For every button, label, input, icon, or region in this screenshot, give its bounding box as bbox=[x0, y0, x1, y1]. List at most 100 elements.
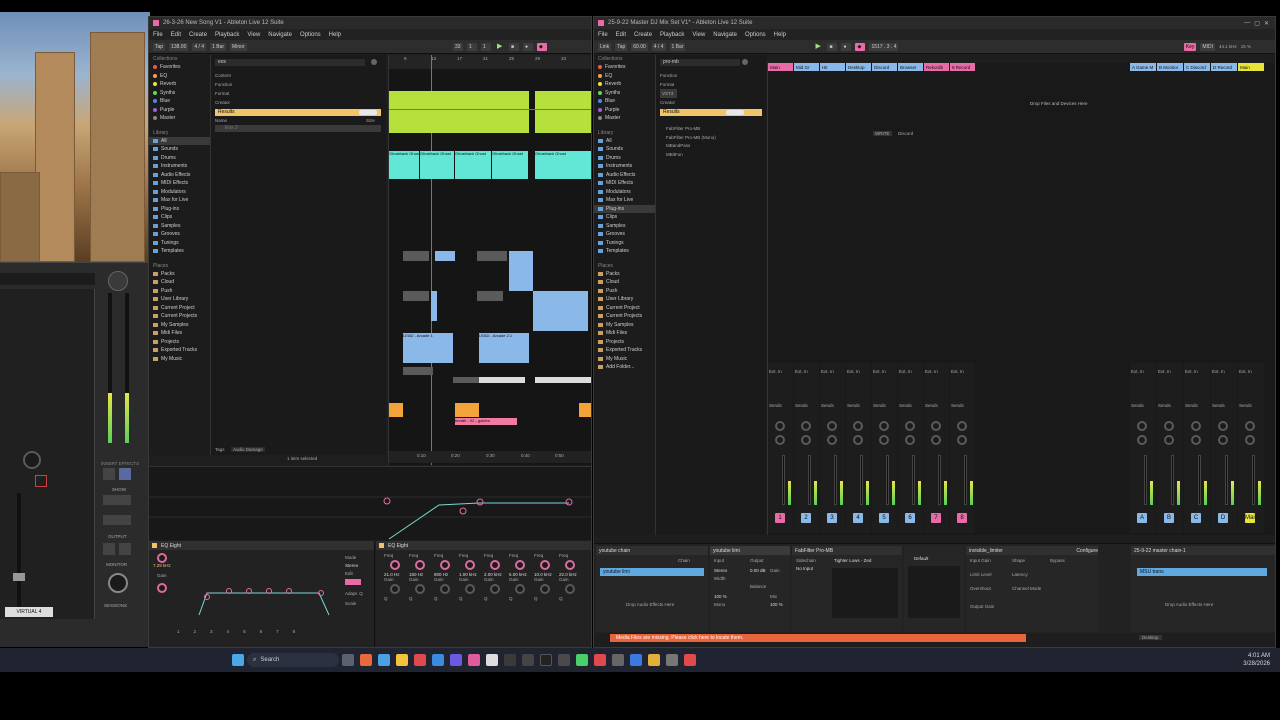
menu-options[interactable]: Options bbox=[745, 32, 766, 38]
eq-band-number[interactable]: 6 bbox=[260, 629, 263, 643]
volume-fader[interactable] bbox=[834, 455, 837, 505]
sidechain-input[interactable]: No Input bbox=[796, 566, 813, 571]
places-item[interactable]: My Samples bbox=[149, 321, 210, 330]
audio-clip[interactable]: Ghosthack Ghost bbox=[455, 151, 491, 179]
search-icon[interactable] bbox=[742, 59, 748, 65]
close-icon[interactable]: ✕ bbox=[1264, 20, 1275, 27]
eq-edit-toggle[interactable] bbox=[345, 579, 361, 585]
track-activator-button[interactable]: 8 bbox=[957, 513, 967, 523]
volume-fader[interactable] bbox=[964, 455, 967, 505]
volume-fader[interactable] bbox=[860, 455, 863, 505]
audio-clip[interactable]: Ghosthack Ghost bbox=[389, 151, 419, 179]
places-item[interactable]: Midi Files bbox=[149, 329, 210, 338]
track-activator-button[interactable]: 3 bbox=[827, 513, 837, 523]
collection-item[interactable]: Favorites bbox=[594, 63, 655, 72]
menu-view[interactable]: View bbox=[692, 32, 705, 38]
utility-mix-value[interactable]: 100 % bbox=[770, 602, 783, 607]
collection-item[interactable]: Favorites bbox=[149, 63, 210, 72]
eq-band-gain-knob[interactable] bbox=[415, 584, 425, 594]
library-item[interactable]: Modulators bbox=[594, 188, 655, 197]
send-knob[interactable] bbox=[957, 435, 967, 445]
app-icon[interactable] bbox=[468, 654, 480, 666]
track-header[interactable]: Hit bbox=[820, 63, 845, 71]
volume-fader[interactable] bbox=[1171, 455, 1174, 505]
collection-item[interactable]: Master bbox=[594, 114, 655, 123]
send-knob[interactable] bbox=[853, 421, 863, 431]
volume-fader[interactable] bbox=[808, 455, 811, 505]
send-knob[interactable] bbox=[1218, 435, 1228, 445]
collection-item[interactable]: Synths bbox=[149, 89, 210, 98]
menu-help[interactable]: Help bbox=[774, 32, 786, 38]
places-item[interactable]: Push bbox=[594, 287, 655, 296]
limiter-bypass[interactable]: Bypass bbox=[1050, 558, 1065, 563]
menu-navigate[interactable]: Navigate bbox=[713, 32, 737, 38]
eq-band-gain-knob[interactable] bbox=[490, 584, 500, 594]
tap-button[interactable]: Tap bbox=[615, 42, 628, 51]
library-item[interactable]: Sounds bbox=[594, 145, 655, 154]
menu-playback[interactable]: Playback bbox=[660, 32, 684, 38]
app-icon[interactable] bbox=[648, 654, 660, 666]
library-item[interactable]: Plug-ins bbox=[149, 205, 210, 214]
track-activator-button[interactable]: 5 bbox=[879, 513, 889, 523]
eq-band-number[interactable]: 3 bbox=[210, 629, 213, 643]
send-knob[interactable] bbox=[827, 435, 837, 445]
eq-freq-knob[interactable] bbox=[157, 553, 167, 563]
library-item[interactable]: Tunings bbox=[149, 239, 210, 248]
track-header[interactable]: Mid Gr bbox=[794, 63, 819, 71]
browser-search-input[interactable]: pro-mb bbox=[660, 59, 740, 66]
places-item[interactable]: Current Projects bbox=[149, 312, 210, 321]
library-item[interactable]: Sounds bbox=[149, 145, 210, 154]
places-item[interactable]: Packs bbox=[594, 270, 655, 279]
muted-clip[interactable] bbox=[477, 291, 503, 301]
return-track-header[interactable]: B Monitor bbox=[1157, 63, 1183, 71]
send-knob[interactable] bbox=[801, 421, 811, 431]
menu-navigate[interactable]: Navigate bbox=[268, 32, 292, 38]
menu-edit[interactable]: Edit bbox=[616, 32, 626, 38]
track-activator-button[interactable]: 6 bbox=[905, 513, 915, 523]
send-knob[interactable] bbox=[931, 421, 941, 431]
track-activator-button[interactable]: 2 bbox=[801, 513, 811, 523]
play-icon[interactable]: ▶ bbox=[495, 43, 505, 51]
send-knob[interactable] bbox=[1137, 421, 1147, 431]
discord-clip[interactable]: Discord bbox=[898, 131, 913, 136]
eq-band-freq-knob[interactable] bbox=[490, 560, 500, 570]
time-ruler[interactable]: 0:10 0:20 0:30 0:40 0:50 bbox=[389, 451, 591, 463]
eq-band-freq-knob[interactable] bbox=[440, 560, 450, 570]
library-item[interactable]: All bbox=[149, 136, 210, 145]
record-icon[interactable]: ● bbox=[841, 42, 852, 51]
eq-band-number[interactable]: 2 bbox=[194, 629, 197, 643]
app-icon[interactable] bbox=[522, 654, 534, 666]
library-item[interactable]: Grooves bbox=[594, 230, 655, 239]
places-item[interactable]: My Samples bbox=[594, 321, 655, 330]
send-knob[interactable] bbox=[1164, 421, 1174, 431]
midi-button[interactable]: MIDI bbox=[1200, 42, 1215, 51]
send-knob[interactable] bbox=[905, 435, 915, 445]
filter-creator[interactable]: Creator bbox=[660, 98, 677, 107]
library-item[interactable]: Modulators bbox=[149, 188, 210, 197]
ua-show-button[interactable] bbox=[103, 515, 131, 525]
send-knob[interactable] bbox=[1191, 421, 1201, 431]
eq-band-number[interactable]: 1 bbox=[177, 629, 180, 643]
collection-item[interactable]: Master bbox=[149, 114, 210, 123]
send-knob[interactable] bbox=[775, 421, 785, 431]
track-activator-button[interactable]: A bbox=[1137, 513, 1147, 523]
places-item[interactable]: Current Project bbox=[594, 304, 655, 313]
audio-clip[interactable] bbox=[509, 251, 533, 291]
send-knob[interactable] bbox=[1245, 435, 1255, 445]
eq-band-number[interactable]: 8 bbox=[293, 629, 296, 643]
menu-help[interactable]: Help bbox=[329, 32, 341, 38]
eq-band-number[interactable]: 7 bbox=[276, 629, 279, 643]
maximize-icon[interactable]: ▢ bbox=[1254, 20, 1260, 27]
muted-clip[interactable] bbox=[403, 291, 429, 301]
places-item[interactable]: Exported Tracks bbox=[149, 346, 210, 355]
collection-item[interactable]: Reverb bbox=[149, 80, 210, 89]
app-icon[interactable] bbox=[378, 654, 390, 666]
tag-chip[interactable]: Audio Damage bbox=[231, 447, 265, 452]
chain-item[interactable]: MSU trans bbox=[1137, 568, 1267, 576]
audio-clip[interactable] bbox=[535, 377, 591, 383]
volume-fader[interactable] bbox=[782, 455, 785, 505]
collection-item[interactable]: EQ bbox=[594, 72, 655, 81]
minimize-icon[interactable]: — bbox=[1244, 20, 1250, 26]
send-knob[interactable] bbox=[905, 421, 915, 431]
eq-display[interactable] bbox=[149, 466, 591, 540]
